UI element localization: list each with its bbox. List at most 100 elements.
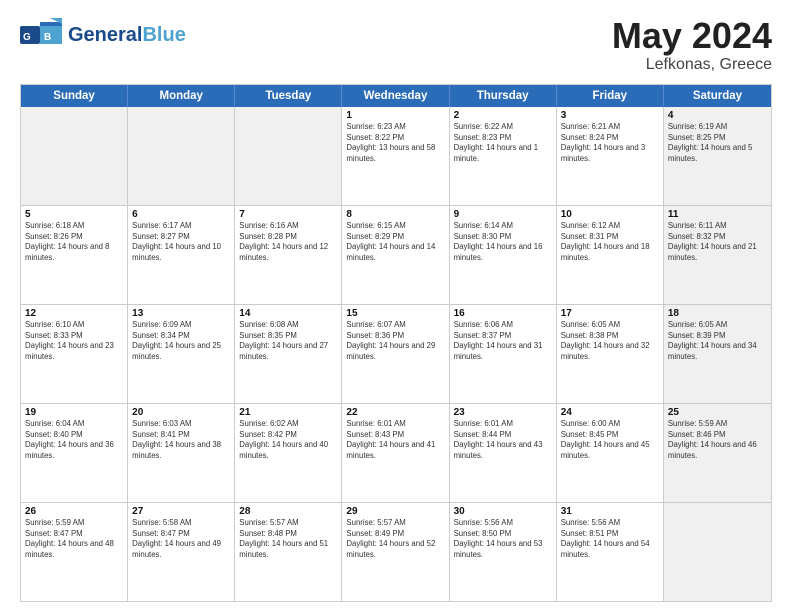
calendar-row-0: 1Sunrise: 6:23 AMSunset: 8:22 PMDaylight…: [21, 107, 771, 206]
day-number: 12: [25, 308, 123, 319]
calendar-cell-12: 12Sunrise: 6:10 AMSunset: 8:33 PMDayligh…: [21, 305, 128, 403]
daylight-text: Daylight: 14 hours and 40 minutes.: [239, 440, 337, 461]
sunrise-text: Sunrise: 5:57 AM: [346, 518, 444, 529]
sunrise-text: Sunrise: 6:17 AM: [132, 221, 230, 232]
sunset-text: Sunset: 8:35 PM: [239, 331, 337, 342]
day-number: 7: [239, 209, 337, 220]
sunrise-text: Sunrise: 6:07 AM: [346, 320, 444, 331]
sunrise-text: Sunrise: 5:59 AM: [668, 419, 767, 430]
logo-icon: G B: [20, 18, 62, 52]
calendar-cell-8: 8Sunrise: 6:15 AMSunset: 8:29 PMDaylight…: [342, 206, 449, 304]
day-number: 16: [454, 308, 552, 319]
day-number: 4: [668, 110, 767, 121]
daylight-text: Daylight: 14 hours and 31 minutes.: [454, 341, 552, 362]
sunset-text: Sunset: 8:39 PM: [668, 331, 767, 342]
day-number: 23: [454, 407, 552, 418]
calendar-cell-14: 14Sunrise: 6:08 AMSunset: 8:35 PMDayligh…: [235, 305, 342, 403]
calendar-cell-empty-0-1: [128, 107, 235, 205]
sunset-text: Sunset: 8:34 PM: [132, 331, 230, 342]
sunset-text: Sunset: 8:31 PM: [561, 232, 659, 243]
sunset-text: Sunset: 8:37 PM: [454, 331, 552, 342]
sunset-text: Sunset: 8:42 PM: [239, 430, 337, 441]
sunset-text: Sunset: 8:23 PM: [454, 133, 552, 144]
calendar-cell-13: 13Sunrise: 6:09 AMSunset: 8:34 PMDayligh…: [128, 305, 235, 403]
daylight-text: Daylight: 14 hours and 25 minutes.: [132, 341, 230, 362]
calendar: SundayMondayTuesdayWednesdayThursdayFrid…: [20, 84, 772, 602]
sunset-text: Sunset: 8:26 PM: [25, 232, 123, 243]
daylight-text: Daylight: 14 hours and 12 minutes.: [239, 242, 337, 263]
sunset-text: Sunset: 8:49 PM: [346, 529, 444, 540]
sunset-text: Sunset: 8:25 PM: [668, 133, 767, 144]
day-number: 1: [346, 110, 444, 121]
daylight-text: Daylight: 14 hours and 38 minutes.: [132, 440, 230, 461]
calendar-cell-4: 4Sunrise: 6:19 AMSunset: 8:25 PMDaylight…: [664, 107, 771, 205]
weekday-header-wednesday: Wednesday: [342, 85, 449, 107]
calendar-cell-19: 19Sunrise: 6:04 AMSunset: 8:40 PMDayligh…: [21, 404, 128, 502]
daylight-text: Daylight: 14 hours and 41 minutes.: [346, 440, 444, 461]
daylight-text: Daylight: 14 hours and 27 minutes.: [239, 341, 337, 362]
daylight-text: Daylight: 14 hours and 3 minutes.: [561, 143, 659, 164]
daylight-text: Daylight: 13 hours and 58 minutes.: [346, 143, 444, 164]
calendar-cell-28: 28Sunrise: 5:57 AMSunset: 8:48 PMDayligh…: [235, 503, 342, 601]
sunrise-text: Sunrise: 6:15 AM: [346, 221, 444, 232]
sunrise-text: Sunrise: 6:18 AM: [25, 221, 123, 232]
day-number: 9: [454, 209, 552, 220]
sunset-text: Sunset: 8:41 PM: [132, 430, 230, 441]
sunset-text: Sunset: 8:33 PM: [25, 331, 123, 342]
day-number: 25: [668, 407, 767, 418]
calendar-row-1: 5Sunrise: 6:18 AMSunset: 8:26 PMDaylight…: [21, 206, 771, 305]
sunrise-text: Sunrise: 6:06 AM: [454, 320, 552, 331]
sunrise-text: Sunrise: 5:57 AM: [239, 518, 337, 529]
daylight-text: Daylight: 14 hours and 53 minutes.: [454, 539, 552, 560]
day-number: 8: [346, 209, 444, 220]
daylight-text: Daylight: 14 hours and 29 minutes.: [346, 341, 444, 362]
calendar-cell-23: 23Sunrise: 6:01 AMSunset: 8:44 PMDayligh…: [450, 404, 557, 502]
sunset-text: Sunset: 8:46 PM: [668, 430, 767, 441]
calendar-cell-10: 10Sunrise: 6:12 AMSunset: 8:31 PMDayligh…: [557, 206, 664, 304]
daylight-text: Daylight: 14 hours and 8 minutes.: [25, 242, 123, 263]
day-number: 18: [668, 308, 767, 319]
daylight-text: Daylight: 14 hours and 5 minutes.: [668, 143, 767, 164]
sunset-text: Sunset: 8:50 PM: [454, 529, 552, 540]
sunrise-text: Sunrise: 6:03 AM: [132, 419, 230, 430]
daylight-text: Daylight: 14 hours and 34 minutes.: [668, 341, 767, 362]
calendar-title: May 2024: [612, 18, 772, 54]
calendar-row-3: 19Sunrise: 6:04 AMSunset: 8:40 PMDayligh…: [21, 404, 771, 503]
sunrise-text: Sunrise: 6:11 AM: [668, 221, 767, 232]
page: G B GeneralBlue May 2024 Lefkonas, Greec…: [0, 0, 792, 612]
sunrise-text: Sunrise: 6:04 AM: [25, 419, 123, 430]
weekday-header-saturday: Saturday: [664, 85, 771, 107]
sunset-text: Sunset: 8:32 PM: [668, 232, 767, 243]
calendar-cell-9: 9Sunrise: 6:14 AMSunset: 8:30 PMDaylight…: [450, 206, 557, 304]
weekday-header-sunday: Sunday: [21, 85, 128, 107]
sunrise-text: Sunrise: 5:59 AM: [25, 518, 123, 529]
weekday-header-thursday: Thursday: [450, 85, 557, 107]
sunrise-text: Sunrise: 6:01 AM: [346, 419, 444, 430]
calendar-cell-20: 20Sunrise: 6:03 AMSunset: 8:41 PMDayligh…: [128, 404, 235, 502]
calendar-cell-6: 6Sunrise: 6:17 AMSunset: 8:27 PMDaylight…: [128, 206, 235, 304]
calendar-cell-11: 11Sunrise: 6:11 AMSunset: 8:32 PMDayligh…: [664, 206, 771, 304]
sunset-text: Sunset: 8:47 PM: [25, 529, 123, 540]
calendar-cell-16: 16Sunrise: 6:06 AMSunset: 8:37 PMDayligh…: [450, 305, 557, 403]
sunset-text: Sunset: 8:28 PM: [239, 232, 337, 243]
day-number: 13: [132, 308, 230, 319]
sunrise-text: Sunrise: 6:09 AM: [132, 320, 230, 331]
logo-text-block: GeneralBlue: [68, 24, 186, 46]
calendar-cell-15: 15Sunrise: 6:07 AMSunset: 8:36 PMDayligh…: [342, 305, 449, 403]
sunset-text: Sunset: 8:40 PM: [25, 430, 123, 441]
calendar-cell-26: 26Sunrise: 5:59 AMSunset: 8:47 PMDayligh…: [21, 503, 128, 601]
calendar-cell-3: 3Sunrise: 6:21 AMSunset: 8:24 PMDaylight…: [557, 107, 664, 205]
sunset-text: Sunset: 8:38 PM: [561, 331, 659, 342]
calendar-cell-21: 21Sunrise: 6:02 AMSunset: 8:42 PMDayligh…: [235, 404, 342, 502]
day-number: 11: [668, 209, 767, 220]
day-number: 10: [561, 209, 659, 220]
calendar-cell-empty-4-6: [664, 503, 771, 601]
calendar-cell-24: 24Sunrise: 6:00 AMSunset: 8:45 PMDayligh…: [557, 404, 664, 502]
daylight-text: Daylight: 14 hours and 21 minutes.: [668, 242, 767, 263]
sunrise-text: Sunrise: 5:56 AM: [454, 518, 552, 529]
sunrise-text: Sunrise: 5:58 AM: [132, 518, 230, 529]
sunrise-text: Sunrise: 5:56 AM: [561, 518, 659, 529]
sunset-text: Sunset: 8:45 PM: [561, 430, 659, 441]
sunset-text: Sunset: 8:24 PM: [561, 133, 659, 144]
day-number: 15: [346, 308, 444, 319]
